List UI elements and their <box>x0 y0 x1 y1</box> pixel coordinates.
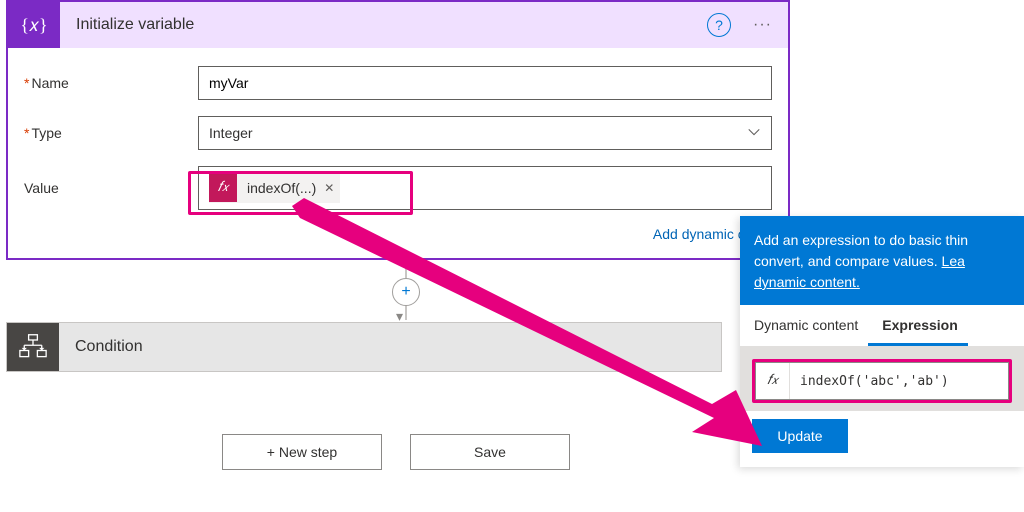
card-body: Name Type Integer Value 𝑓𝑥 indexOf(...) … <box>8 48 788 252</box>
token-text: indexOf(...) <box>247 180 316 196</box>
popover-tabs: Dynamic content Expression <box>740 305 1024 347</box>
save-button[interactable]: Save <box>410 434 570 470</box>
type-select[interactable]: Integer <box>198 116 772 150</box>
fx-icon: 𝑓𝑥 <box>209 174 237 202</box>
name-label: Name <box>24 75 198 91</box>
expression-popover: Add an expression to do basic thin conve… <box>740 216 1024 467</box>
add-dynamic-content-link[interactable]: Add dynamic conte <box>24 226 772 246</box>
new-step-button[interactable]: + New step <box>222 434 382 470</box>
name-input[interactable] <box>198 66 772 100</box>
expression-token[interactable]: 𝑓𝑥 indexOf(...) ✕ <box>209 173 340 203</box>
chevron-down-icon <box>747 125 761 142</box>
type-value: Integer <box>209 125 253 141</box>
variable-icon: {𝑥} <box>8 2 60 48</box>
popover-header: Add an expression to do basic thin conve… <box>740 216 1024 305</box>
bottom-buttons: + New step Save <box>222 434 570 470</box>
type-label: Type <box>24 125 198 141</box>
expression-text: indexOf('abc','ab') <box>790 374 959 389</box>
fx-icon: 𝑓𝑥 <box>756 363 790 399</box>
condition-icon <box>7 323 59 371</box>
help-icon[interactable]: ? <box>707 13 731 37</box>
remove-token-icon[interactable]: ✕ <box>324 181 334 195</box>
card-title: Initialize variable <box>76 16 707 34</box>
tab-dynamic-content[interactable]: Dynamic content <box>740 305 868 346</box>
condition-card[interactable]: Condition <box>6 322 722 372</box>
card-header[interactable]: {𝑥} Initialize variable ? ··· <box>8 2 788 48</box>
tab-expression[interactable]: Expression <box>868 305 967 346</box>
annotation-highlight-expression: 𝑓𝑥 indexOf('abc','ab') <box>752 359 1012 403</box>
add-action-button[interactable]: + <box>392 278 420 306</box>
expression-input[interactable]: 𝑓𝑥 indexOf('abc','ab') <box>755 362 1009 400</box>
value-label: Value <box>24 180 198 196</box>
condition-title: Condition <box>75 338 143 356</box>
update-button[interactable]: Update <box>752 419 848 453</box>
value-input[interactable]: 𝑓𝑥 indexOf(...) ✕ <box>198 166 772 210</box>
more-menu-icon[interactable]: ··· <box>745 12 780 38</box>
initialize-variable-card: {𝑥} Initialize variable ? ··· Name Type … <box>6 0 790 260</box>
